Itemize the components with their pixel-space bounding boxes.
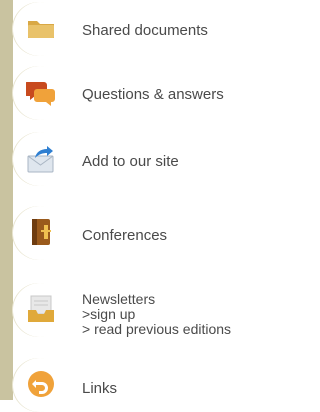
menu-item-questions-answers[interactable]: Questions & answers (0, 66, 272, 120)
menu-item-add-to-our-site[interactable]: Add to our site (0, 132, 272, 186)
menu-item-label: Questions & answers (82, 86, 224, 103)
menu-item-conferences[interactable]: Conferences (0, 206, 272, 260)
menu-item-shared-documents[interactable]: Shared documents (0, 2, 272, 56)
menu-item-links[interactable]: Links (0, 358, 272, 412)
folder-icon (26, 13, 56, 43)
newsletter-sign-up-link[interactable]: >sign up (82, 307, 231, 322)
envelope-arrow-icon (26, 144, 56, 174)
inbox-tray-icon (26, 294, 56, 324)
newsletters-block: Newsletters >sign up > read previous edi… (82, 292, 231, 337)
speech-bubbles-icon (24, 78, 56, 108)
menu-item-label: Newsletters (82, 291, 156, 307)
back-arrow-icon (26, 369, 56, 399)
notebook-icon (26, 217, 56, 247)
menu-item-label: Links (82, 380, 118, 397)
menu-item-label: Add to our site (82, 153, 179, 170)
left-rail (0, 0, 13, 400)
menu-item-label: Conferences (82, 227, 168, 244)
menu-item-newsletters: Newsletters >sign up > read previous edi… (0, 283, 272, 339)
newsletter-previous-editions-link[interactable]: > read previous editions (82, 322, 231, 337)
menu-item-label: Shared documents (82, 22, 208, 39)
